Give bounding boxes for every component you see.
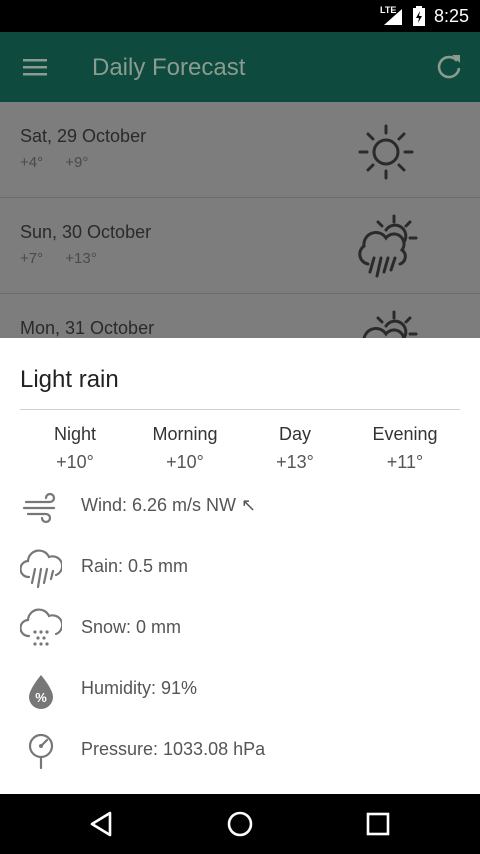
divider [20, 409, 460, 410]
detail-pressure: Pressure: 1033.08 hPa [0, 725, 480, 775]
snow-icon [20, 608, 62, 646]
humidity-text: Humidity: 91% [81, 678, 198, 698]
forecast-date: Mon, 31 October [20, 318, 155, 338]
system-nav-bar [0, 794, 480, 854]
menu-icon[interactable] [20, 54, 50, 80]
page-title: Daily Forecast [92, 54, 246, 81]
temp-high: +13° [65, 250, 97, 267]
forecast-date: Sun, 30 October [20, 222, 152, 242]
pressure-text: Pressure: 1033.08 hPa [81, 739, 266, 759]
svg-text:%: % [35, 690, 47, 705]
back-icon[interactable] [86, 808, 118, 840]
snow-text: Snow: 0 mm [81, 617, 182, 637]
recents-icon[interactable] [362, 808, 394, 840]
detail-humidity: % Humidity: 91% [0, 664, 480, 714]
forecast-temps: +4° +9° [20, 154, 106, 171]
wind-icon [22, 492, 56, 524]
period-label: Night [53, 424, 97, 444]
sun-icon [358, 124, 414, 180]
weather-detail-sheet: Light rain Night +10° Morning +10° Day +… [0, 338, 480, 794]
clock: 8:25 [434, 6, 470, 26]
period-temp: +11° [386, 452, 424, 472]
status-bar: LTE 8:25 [0, 0, 480, 32]
day-periods: Night +10° Morning +10° Day +13° Evening… [20, 424, 460, 473]
wind-text: Wind: 6.26 m/s NW ↖ [81, 495, 257, 515]
period-label: Day [278, 424, 311, 444]
period-evening: Evening +11° [350, 424, 460, 473]
temp-low: +4° [20, 154, 44, 171]
period-label: Evening [372, 424, 438, 444]
period-temp: +10° [166, 452, 204, 472]
condition-title: Light rain [20, 366, 119, 393]
period-morning: Morning +10° [130, 424, 240, 473]
period-night: Night +10° [20, 424, 130, 473]
app-bar: Daily Forecast [0, 32, 480, 102]
partly-cloudy-icon [362, 310, 418, 338]
forecast-row[interactable]: Sun, 30 October +7° +13° [0, 198, 480, 294]
home-icon[interactable] [224, 808, 256, 840]
humidity-icon: % [29, 675, 53, 709]
temp-low: +7° [20, 250, 44, 267]
forecast-list: Sat, 29 October +4° +9° Sun, 30 October … [0, 102, 480, 338]
temp-high: +9° [65, 154, 89, 171]
period-label: Morning [152, 424, 218, 444]
rain-text: Rain: 0.5 mm [81, 556, 189, 576]
forecast-date: Sat, 29 October [20, 126, 147, 146]
forecast-temps: +7° +13° [20, 250, 115, 267]
rain-sun-icon [358, 214, 418, 278]
detail-rain: Rain: 0.5 mm [0, 542, 480, 592]
detail-wind: Wind: 6.26 m/s NW ↖ [0, 481, 480, 531]
battery-icon [413, 6, 425, 26]
forecast-row[interactable]: Sat, 29 October +4° +9° [0, 102, 480, 198]
period-temp: +10° [56, 452, 94, 472]
rain-icon [20, 549, 62, 589]
detail-snow: Snow: 0 mm [0, 603, 480, 653]
signal-icon [384, 9, 402, 25]
period-day: Day +13° [240, 424, 350, 473]
refresh-icon[interactable] [434, 52, 464, 82]
period-temp: +13° [276, 452, 314, 472]
pressure-icon [28, 733, 54, 770]
forecast-row[interactable]: Mon, 31 October [0, 294, 480, 338]
